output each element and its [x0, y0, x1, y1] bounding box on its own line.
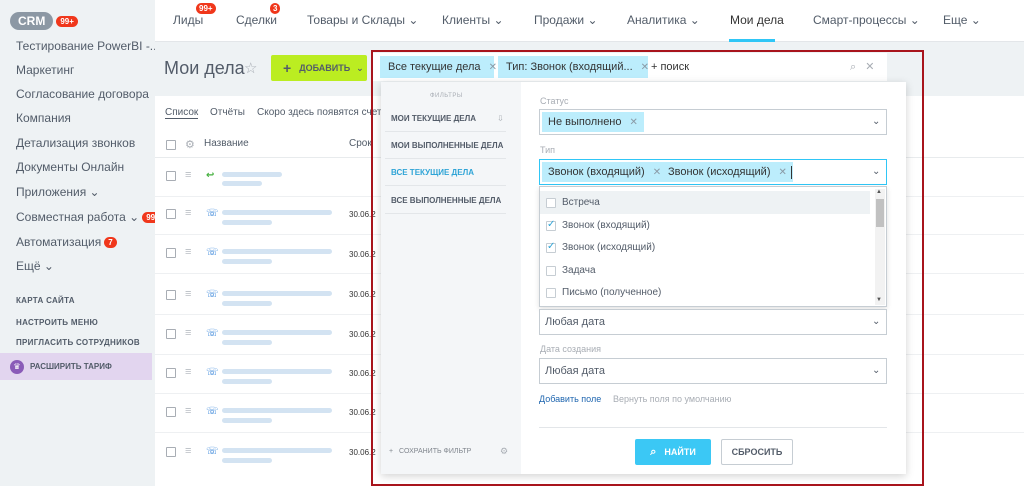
sidebar-item-collab-label: Совместная работа ⌄ — [16, 210, 140, 224]
row-title[interactable] — [222, 408, 332, 413]
leads-badge: 99+ — [196, 3, 216, 14]
row-checkbox[interactable] — [166, 447, 176, 457]
nav-deals[interactable]: Сделки 3 — [236, 3, 281, 27]
phone-icon: ☏ — [206, 446, 219, 457]
sidebar-item-calls[interactable]: Детализация звонков — [16, 136, 135, 150]
row-checkbox[interactable] — [166, 171, 176, 181]
nav-leads-label: Лиды — [173, 13, 204, 27]
gear-icon[interactable]: ⚙ — [185, 138, 195, 151]
row-title[interactable] — [222, 291, 332, 296]
nav-deals-label: Сделки — [236, 13, 277, 27]
row-checkbox[interactable] — [166, 368, 176, 378]
row-menu-icon[interactable]: ≡ — [185, 169, 191, 181]
column-deadline-header[interactable]: Срок — [349, 138, 372, 149]
nav-sales[interactable]: Продажи ⌄ — [534, 13, 598, 27]
nav-analytics[interactable]: Аналитика ⌄ — [627, 13, 700, 27]
nav-my-activities[interactable]: Мои дела — [730, 13, 784, 27]
sidebar-item-documents[interactable]: Документы Онлайн — [16, 160, 124, 174]
sitemap-link[interactable]: КАРТА САЙТА — [16, 296, 75, 305]
invite-users-link[interactable]: ПРИГЛАСИТЬ СОТРУДНИКОВ — [16, 338, 140, 347]
row-title[interactable] — [222, 448, 332, 453]
row-subtitle — [222, 220, 272, 225]
phone-icon: ☏ — [206, 208, 219, 219]
row-subtitle — [222, 259, 272, 264]
tab-reports[interactable]: Отчёты — [210, 107, 245, 118]
row-menu-icon[interactable]: ≡ — [185, 366, 191, 378]
configure-menu-link[interactable]: НАСТРОИТЬ МЕНЮ — [16, 318, 98, 327]
row-subtitle — [222, 458, 272, 463]
sidebar-item-marketing[interactable]: Маркетинг — [16, 63, 74, 77]
upgrade-plan-button[interactable]: ♛ РАСШИРИТЬ ТАРИФ — [0, 353, 152, 380]
sidebar-item-collab[interactable]: Совместная работа ⌄ 99+ — [16, 210, 164, 224]
nav-leads[interactable]: Лиды 99+ — [173, 3, 216, 27]
row-menu-icon[interactable]: ≡ — [185, 246, 191, 258]
nav-smart-processes[interactable]: Смарт-процессы ⌄ — [813, 13, 920, 27]
nav-clients[interactable]: Клиенты ⌄ — [442, 13, 504, 27]
row-subtitle — [222, 301, 272, 306]
nav-products[interactable]: Товары и Склады ⌄ — [307, 13, 418, 27]
row-checkbox[interactable] — [166, 248, 176, 258]
add-button[interactable]: + ДОБАВИТЬ ⌄ — [271, 55, 367, 81]
crm-label[interactable]: CRM — [10, 12, 54, 30]
row-checkbox[interactable] — [166, 290, 176, 300]
row-subtitle — [222, 379, 272, 384]
phone-icon: ☏ — [206, 289, 219, 300]
row-subtitle — [222, 181, 262, 186]
crm-header[interactable]: CRM 99+ — [10, 12, 78, 30]
row-title[interactable] — [222, 369, 332, 374]
page-title: Мои дела — [164, 58, 245, 78]
deals-badge: 3 — [270, 3, 281, 14]
row-checkbox[interactable] — [166, 329, 176, 339]
nav-more[interactable]: Еще ⌄ — [943, 13, 981, 27]
tab-invoices[interactable]: Скоро здесь появятся счет — [257, 107, 382, 118]
row-menu-icon[interactable]: ≡ — [185, 327, 191, 339]
sidebar-item-more[interactable]: Ещё ⌄ — [16, 259, 54, 273]
row-checkbox[interactable] — [166, 209, 176, 219]
phone-icon: ☏ — [206, 328, 219, 339]
row-title[interactable] — [222, 249, 332, 254]
plus-icon: + — [283, 60, 292, 76]
row-menu-icon[interactable]: ≡ — [185, 207, 191, 219]
upgrade-plan-label: РАСШИРИТЬ ТАРИФ — [30, 362, 112, 371]
sidebar-item-contract[interactable]: Согласование договора — [16, 87, 149, 101]
row-menu-icon[interactable]: ≡ — [185, 405, 191, 417]
chevron-down-icon: ⌄ — [356, 62, 364, 73]
sidebar-item-company[interactable]: Компания — [16, 111, 71, 125]
sidebar-item-apps[interactable]: Приложения ⌄ — [16, 185, 100, 199]
phone-icon: ☏ — [206, 406, 219, 417]
highlight-frame — [371, 50, 924, 486]
crown-icon: ♛ — [10, 359, 24, 374]
phone-incoming-icon: ↩ — [206, 170, 215, 181]
sidebar-item-automation[interactable]: Автоматизация 7 — [16, 235, 117, 249]
crm-badge: 99+ — [56, 15, 78, 27]
top-navigation: Лиды 99+ Сделки 3 Товары и Склады ⌄ Клие… — [155, 0, 1024, 42]
phone-icon: ☏ — [206, 367, 219, 378]
row-title[interactable] — [222, 172, 282, 177]
tab-list[interactable]: Список — [165, 107, 199, 119]
left-sidebar: CRM 99+ Тестирование PowerBI -... Маркет… — [0, 0, 164, 486]
star-icon[interactable]: ☆ — [244, 59, 257, 77]
row-checkbox[interactable] — [166, 407, 176, 417]
automation-badge: 7 — [104, 236, 117, 248]
row-title[interactable] — [222, 210, 332, 215]
row-menu-icon[interactable]: ≡ — [185, 288, 191, 300]
row-subtitle — [222, 340, 272, 345]
row-subtitle — [222, 418, 272, 423]
add-button-label: ДОБАВИТЬ — [299, 63, 351, 73]
row-title[interactable] — [222, 330, 332, 335]
phone-icon: ☏ — [206, 247, 219, 258]
select-all-checkbox[interactable] — [166, 140, 176, 150]
sidebar-item-automation-label: Автоматизация — [16, 235, 102, 249]
sidebar-item-powerbi[interactable]: Тестирование PowerBI -... — [16, 39, 160, 53]
column-name-header[interactable]: Название — [204, 138, 249, 149]
row-menu-icon[interactable]: ≡ — [185, 445, 191, 457]
